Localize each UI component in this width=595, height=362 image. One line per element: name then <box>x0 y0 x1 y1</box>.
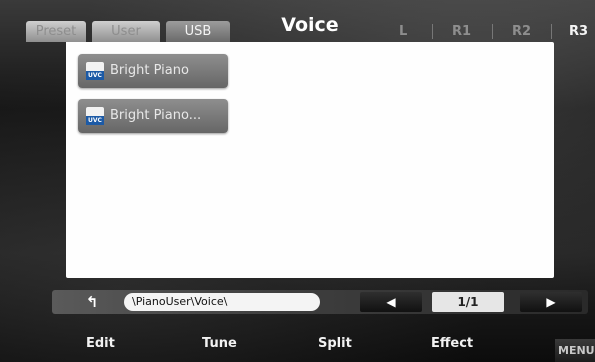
path-field: \PianoUser\Voice\ <box>124 293 320 311</box>
tab-user[interactable]: User <box>92 21 160 42</box>
menu-button[interactable]: MENU <box>555 339 595 362</box>
left-arrow-icon: ◀ <box>386 295 396 309</box>
file-type-tag: UVC <box>86 116 104 125</box>
part-r1[interactable]: R1 <box>452 21 471 42</box>
right-arrow-icon: ▶ <box>546 295 556 309</box>
folder-up-button[interactable]: ↰ <box>72 291 112 313</box>
file-item[interactable]: UVC Bright Piano... <box>78 99 228 133</box>
effect-button[interactable]: Effect <box>431 336 473 351</box>
page-title: Voice <box>281 14 339 36</box>
split-button[interactable]: Split <box>318 336 352 351</box>
next-page-button[interactable]: ▶ <box>520 292 582 312</box>
file-item[interactable]: UVC Bright Piano <box>78 54 228 88</box>
part-r3[interactable]: R3 <box>569 21 588 42</box>
folder-up-icon: ↰ <box>85 293 99 311</box>
file-name: Bright Piano... <box>110 108 202 123</box>
file-type-tag: UVC <box>86 71 104 80</box>
uvc-file-icon: UVC <box>86 107 104 125</box>
part-divider <box>432 24 433 39</box>
part-l[interactable]: L <box>399 21 407 42</box>
uvc-file-icon: UVC <box>86 62 104 80</box>
file-list-panel: UVC Bright Piano UVC Bright Piano... <box>66 42 554 278</box>
part-divider <box>492 24 493 39</box>
file-name: Bright Piano <box>110 63 189 78</box>
edit-button[interactable]: Edit <box>86 336 115 351</box>
tab-preset[interactable]: Preset <box>26 21 86 42</box>
page-indicator: 1/1 <box>432 292 504 312</box>
prev-page-button[interactable]: ◀ <box>360 292 422 312</box>
part-divider <box>551 24 552 39</box>
tab-usb[interactable]: USB <box>166 21 230 42</box>
tune-button[interactable]: Tune <box>202 336 237 351</box>
part-r2[interactable]: R2 <box>512 21 531 42</box>
